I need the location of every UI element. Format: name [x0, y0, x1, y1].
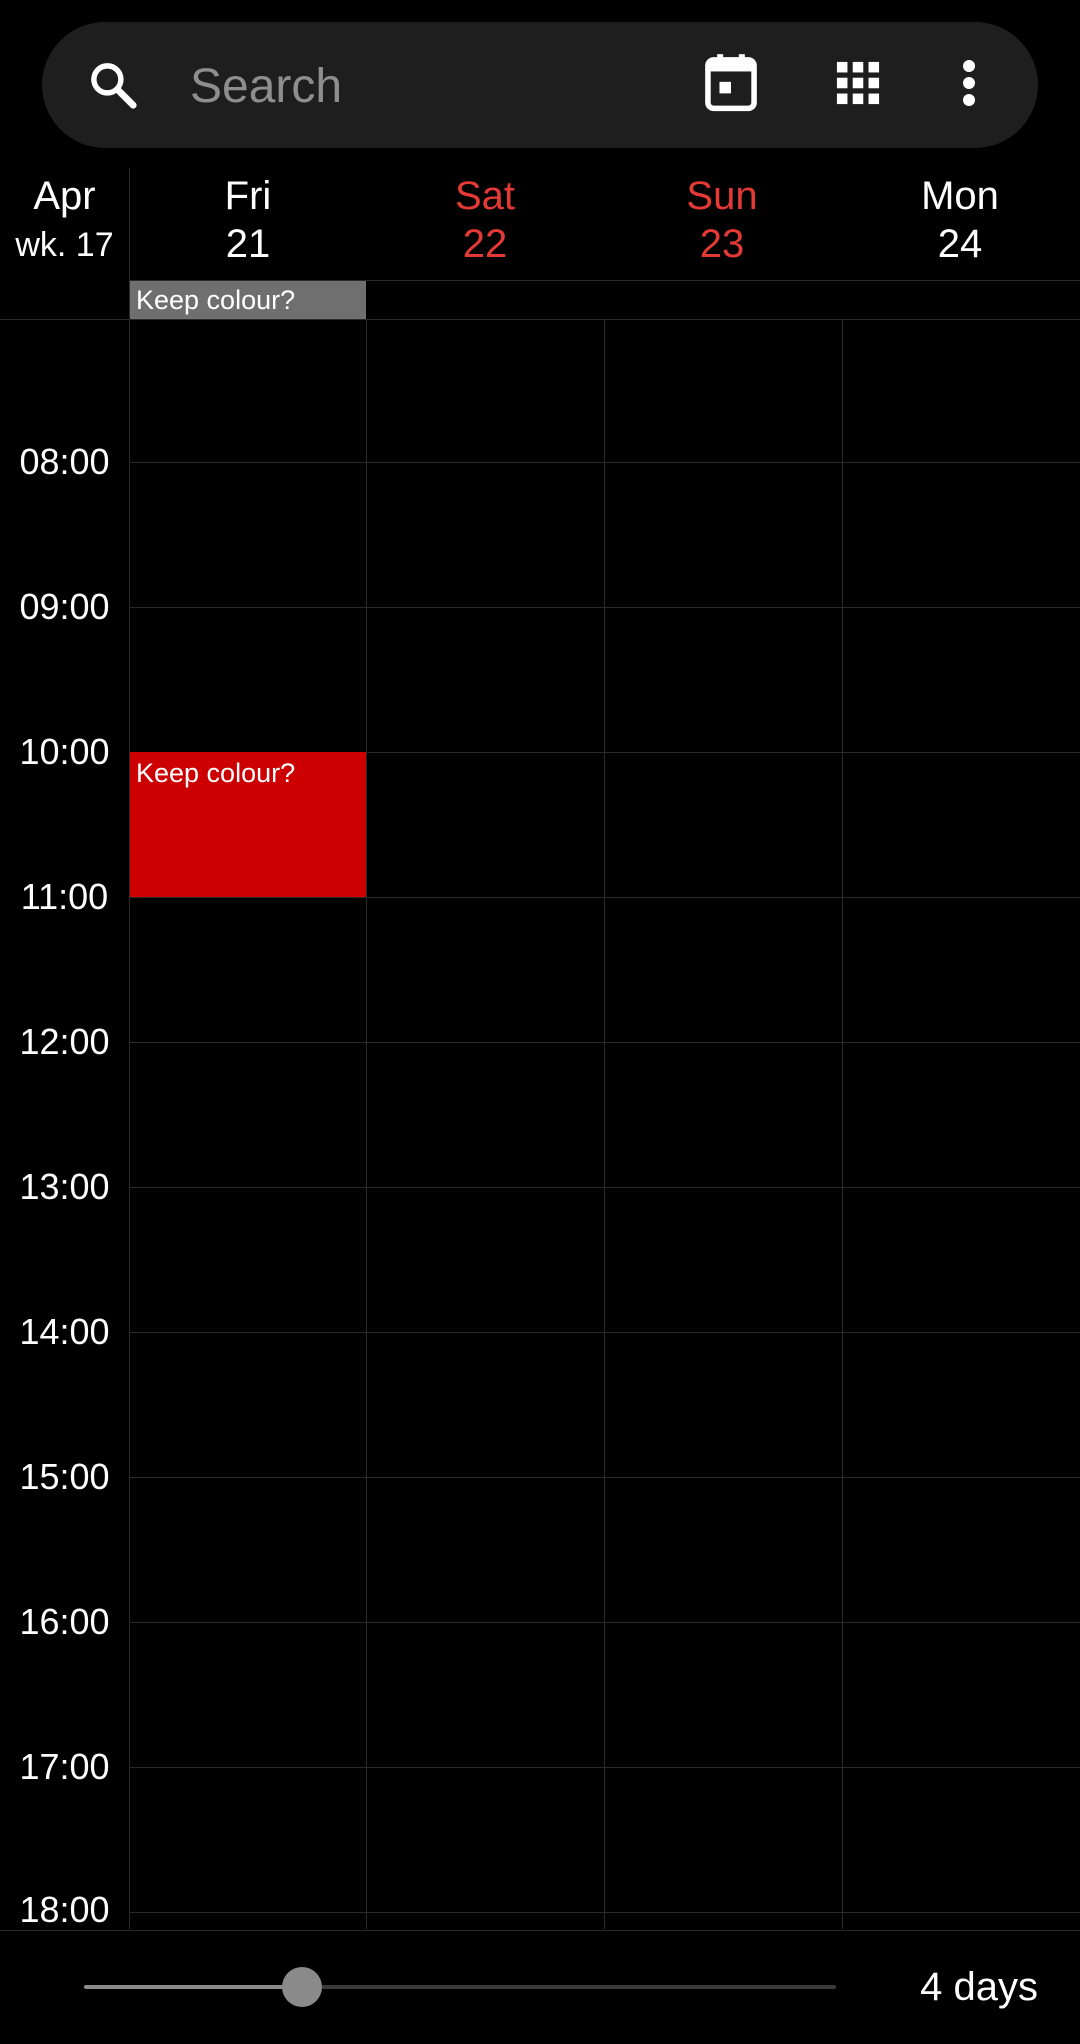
hour-label: 12:00 [19, 1021, 110, 1062]
column-divider [366, 320, 367, 1929]
calendar-event[interactable]: Keep colour? [130, 752, 366, 897]
column-divider [129, 320, 130, 1929]
calendar-today-icon [703, 53, 759, 118]
day-name: Mon [921, 174, 999, 218]
day-header-sun[interactable]: Sun 23 [604, 172, 840, 268]
slider-thumb[interactable] [282, 1967, 323, 2007]
hour-line [129, 462, 1080, 463]
hour-line [129, 1622, 1080, 1623]
view-grid-button[interactable] [823, 50, 893, 120]
time-grid[interactable]: 08:00 09:00 10:00 11:00 12:00 13:00 14:0… [0, 320, 1080, 1930]
day-header-sat[interactable]: Sat 22 [367, 172, 603, 268]
bottom-divider [0, 1930, 1080, 1931]
day-name: Fri [224, 174, 272, 218]
all-day-event[interactable]: Keep colour? [130, 281, 366, 319]
event-title: Keep colour? [136, 758, 296, 788]
hour-label: 09:00 [19, 586, 110, 627]
search-icon[interactable] [86, 58, 140, 112]
slider-fill [84, 1985, 303, 1989]
month-label: Apr [33, 174, 96, 218]
hour-label: 15:00 [19, 1456, 110, 1497]
hour-line [129, 897, 1080, 898]
column-divider [604, 320, 605, 1929]
hour-line [129, 607, 1080, 608]
hour-label: 14:00 [19, 1311, 110, 1352]
hour-line [129, 1912, 1080, 1913]
more-options-button[interactable] [934, 50, 1004, 120]
day-header-fri[interactable]: Fri 21 [130, 172, 366, 268]
day-number: 21 [225, 222, 271, 266]
apps-grid-icon [835, 60, 881, 111]
hour-line [129, 1477, 1080, 1478]
hour-label: 11:00 [20, 876, 109, 917]
day-number: 24 [937, 222, 983, 266]
hour-label: 18:00 [19, 1889, 110, 1930]
hour-line [129, 1187, 1080, 1188]
hour-line [129, 1767, 1080, 1768]
hour-label: 13:00 [19, 1166, 110, 1207]
day-number: 22 [462, 222, 508, 266]
day-header-mon[interactable]: Mon 24 [842, 172, 1078, 268]
hour-label: 16:00 [19, 1601, 110, 1642]
hour-label: 08:00 [19, 441, 110, 482]
day-number: 23 [699, 222, 745, 266]
week-number: wk. 17 [15, 226, 114, 264]
hour-label: 17:00 [19, 1746, 110, 1787]
more-vert-icon [959, 59, 979, 112]
day-name: Sat [454, 174, 516, 218]
column-divider [842, 320, 843, 1929]
day-count-slider[interactable] [84, 1967, 836, 2007]
days-count-label: 4 days [920, 1965, 1038, 2009]
hour-line [129, 1332, 1080, 1333]
today-button[interactable] [696, 50, 766, 120]
hour-line [129, 1042, 1080, 1043]
day-name: Sun [686, 174, 758, 218]
hour-label: 10:00 [19, 731, 110, 772]
search-input[interactable]: Search [190, 55, 342, 119]
